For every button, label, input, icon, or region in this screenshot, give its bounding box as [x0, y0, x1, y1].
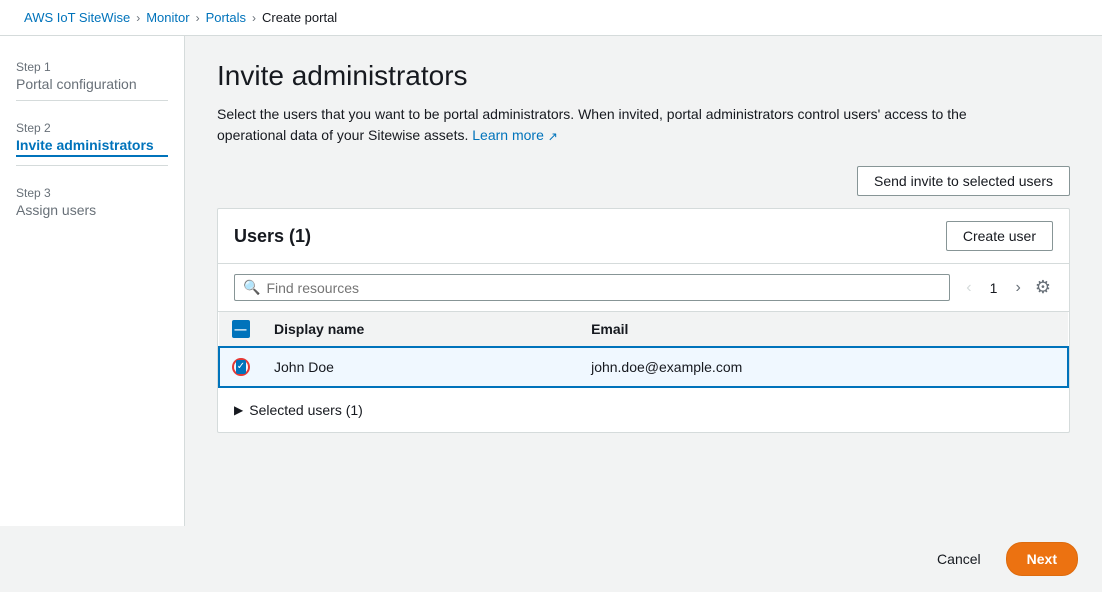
step-1-label: Step 1 — [16, 60, 168, 74]
breadcrumb-sep-2: › — [196, 11, 200, 25]
page-title: Invite administrators — [217, 60, 1070, 92]
step-1-name: Portal configuration — [16, 76, 168, 92]
col-checkbox: — — [219, 312, 262, 347]
step-2-label: Step 2 — [16, 121, 168, 135]
sidebar: Step 1 Portal configuration Step 2 Invit… — [0, 36, 185, 526]
pagination-prev-button[interactable]: ‹ — [962, 277, 975, 299]
send-invite-button[interactable]: Send invite to selected users — [857, 166, 1070, 196]
breadcrumb-sep-3: › — [252, 11, 256, 25]
table-header: — Display name Email — [219, 312, 1068, 347]
bottom-bar: Cancel Next — [0, 526, 1102, 592]
table-body: ✓ John Doe john.doe@example.com — [219, 347, 1068, 387]
checkbox-inner: ✓ — [236, 360, 246, 374]
description-text: Select the users that you want to be por… — [217, 106, 967, 143]
page-content: Invite administrators Select the users t… — [185, 36, 1102, 526]
row-display-name: John Doe — [262, 347, 579, 387]
breadcrumb-link-sitewise[interactable]: AWS IoT SiteWise — [24, 10, 130, 25]
sidebar-step-1: Step 1 Portal configuration — [16, 60, 168, 101]
breadcrumb-link-portals[interactable]: Portals — [206, 10, 246, 25]
settings-button[interactable]: ⚙ — [1033, 275, 1053, 300]
table-row: ✓ John Doe john.doe@example.com — [219, 347, 1068, 387]
breadcrumb-current: Create portal — [262, 10, 337, 25]
row-checkbox-selected[interactable]: ✓ — [232, 358, 250, 376]
search-icon: 🔍 — [243, 279, 260, 296]
selected-users-label: Selected users (1) — [249, 402, 363, 418]
pagination-next-button[interactable]: › — [1012, 277, 1025, 299]
pagination: ‹ 1 › ⚙ — [962, 275, 1053, 300]
minus-icon: — — [235, 323, 247, 335]
step-1-divider — [16, 100, 168, 101]
search-row: 🔍 ‹ 1 › ⚙ — [218, 264, 1069, 312]
select-all-checkbox[interactable]: — — [232, 320, 250, 338]
users-panel: Users (1) Create user 🔍 ‹ 1 › ⚙ — [217, 208, 1070, 433]
col-display-name: Display name — [262, 312, 579, 347]
row-checkbox-wrapper[interactable]: ✓ — [232, 358, 250, 376]
users-table: — Display name Email — [218, 312, 1069, 388]
cancel-button[interactable]: Cancel — [924, 542, 994, 576]
create-user-button[interactable]: Create user — [946, 221, 1053, 251]
learn-more-link[interactable]: Learn more ↗ — [472, 127, 558, 143]
step-3-label: Step 3 — [16, 186, 168, 200]
selected-users-section[interactable]: ▶ Selected users (1) — [218, 388, 1069, 432]
panel-header: Users (1) Create user — [218, 209, 1069, 264]
breadcrumb: AWS IoT SiteWise › Monitor › Portals › C… — [0, 0, 1102, 36]
external-link-icon: ↗ — [548, 129, 558, 143]
expand-icon: ▶ — [234, 403, 243, 417]
row-email: john.doe@example.com — [579, 347, 1068, 387]
checkmark-icon: ✓ — [237, 362, 245, 372]
search-input[interactable] — [266, 280, 941, 296]
panel-title: Users (1) — [234, 226, 311, 247]
action-row: Send invite to selected users — [217, 166, 1070, 196]
row-checkbox-cell[interactable]: ✓ — [219, 347, 262, 387]
col-email: Email — [579, 312, 1068, 347]
next-button[interactable]: Next — [1006, 542, 1078, 576]
pagination-current: 1 — [984, 280, 1004, 296]
header-checkbox-wrapper[interactable]: — — [231, 320, 250, 338]
page-description: Select the users that you want to be por… — [217, 104, 997, 146]
step-3-name: Assign users — [16, 202, 168, 218]
sidebar-step-2: Step 2 Invite administrators — [16, 121, 168, 166]
step-2-divider — [16, 165, 168, 166]
search-input-wrapper[interactable]: 🔍 — [234, 274, 950, 301]
step-2-name: Invite administrators — [16, 137, 168, 157]
breadcrumb-link-monitor[interactable]: Monitor — [146, 10, 189, 25]
sidebar-step-3: Step 3 Assign users — [16, 186, 168, 218]
breadcrumb-sep-1: › — [136, 11, 140, 25]
